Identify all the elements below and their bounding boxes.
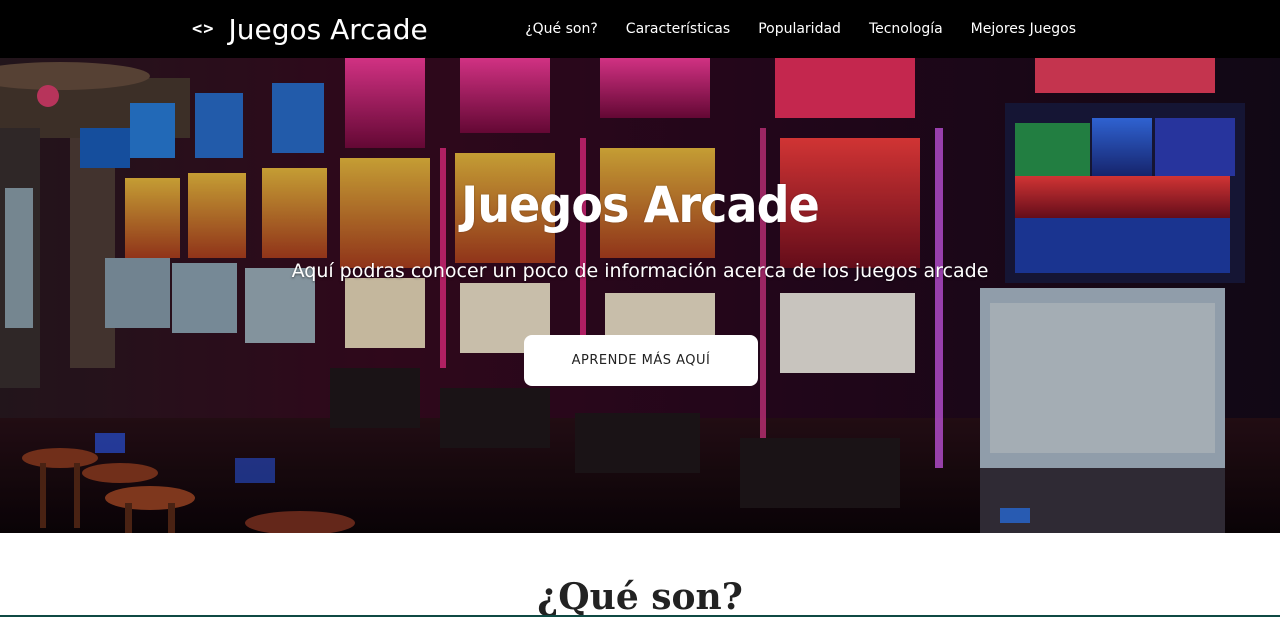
nav-link-caracteristicas[interactable]: Características (626, 21, 730, 37)
top-navbar: <> Juegos Arcade ¿Qué son? Característic… (0, 0, 1280, 58)
nav-link-que-son[interactable]: ¿Qué son? (525, 21, 598, 37)
nav-link-popularidad[interactable]: Popularidad (758, 21, 841, 37)
brand-title: Juegos Arcade (228, 12, 428, 46)
nav-link-mejores-juegos[interactable]: Mejores Juegos (971, 21, 1076, 37)
nav-links: ¿Qué son? Características Popularidad Te… (525, 0, 1076, 58)
hero-overlay (0, 58, 1280, 533)
hero-title: Juegos Arcade (461, 176, 820, 234)
nav-link-tecnologia[interactable]: Tecnología (869, 21, 943, 37)
learn-more-button[interactable]: APRENDE MÁS AQUÍ (524, 335, 758, 386)
hero-subtitle: Aquí podras conocer un poco de informaci… (291, 260, 989, 282)
hero-section: Juegos Arcade Aquí podras conocer un poc… (0, 58, 1280, 533)
code-icon: <> (192, 19, 215, 39)
section-title-que-son: ¿Qué son? (537, 576, 743, 617)
brand-link[interactable]: <> Juegos Arcade (192, 0, 428, 58)
